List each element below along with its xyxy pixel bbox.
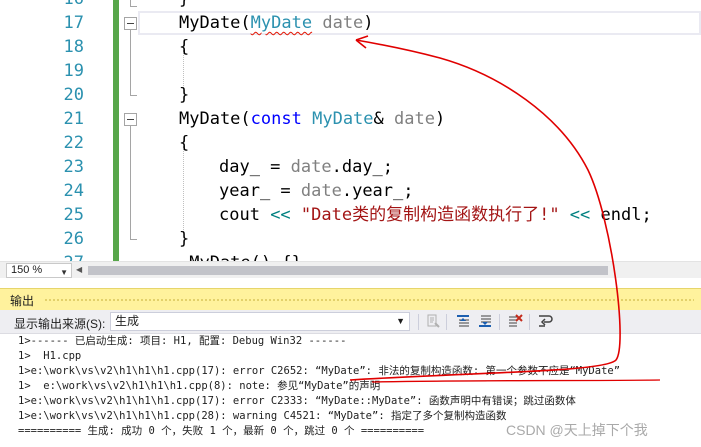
outline-guide — [130, 126, 131, 239]
toolbar-separator — [529, 314, 530, 330]
code-line: } — [179, 0, 189, 11]
output-line: 1>------ 已启动生成: 项目: H1, 配置: Debug Win32 … — [18, 335, 347, 347]
code-line: day_ = date.day_; — [219, 155, 393, 179]
collapse-toggle[interactable] — [124, 113, 137, 126]
output-line: 1> e:\work\vs\v2\h1\h1\h1.cpp(8): note: … — [18, 380, 381, 392]
string-literal: "Date类的复制构造函数执行了!" — [290, 205, 570, 225]
line-number: 19 — [63, 61, 84, 81]
function-name: MyDate — [179, 13, 241, 33]
function-name: MyDate — [179, 109, 241, 129]
line-number-gutter: 16 17 18 19 20 21 22 23 24 25 26 27 — [0, 0, 92, 261]
code-text: year_ = — [219, 181, 301, 201]
code-text: cout — [219, 205, 271, 225]
parameter-name: date — [322, 13, 364, 33]
output-panel-header[interactable]: 输出 — [0, 288, 701, 310]
editor-status-strip: 150 % ▼ ◀ — [0, 261, 701, 278]
scroll-left-icon[interactable]: ◀ — [76, 265, 82, 274]
code-line: } — [179, 85, 190, 105]
change-tracking-bar — [113, 0, 119, 261]
line-number: 25 — [63, 205, 84, 225]
parameter-name: date — [300, 181, 342, 201]
outline-guide — [130, 95, 137, 96]
code-line: MyDate(const MyDate& date) — [179, 107, 445, 131]
paren: ) — [434, 109, 446, 129]
panel-drag-grip — [44, 298, 694, 302]
code-line: { — [179, 37, 190, 57]
find-message-icon[interactable] — [424, 313, 442, 331]
code-text: endl; — [590, 205, 652, 225]
line-number: 27 — [28, 251, 84, 261]
show-output-source-label: 显示输出来源(S): — [14, 317, 106, 331]
code-line: ~MyDate() {} — [179, 251, 302, 261]
output-source-select[interactable]: 生成 ▼ — [110, 312, 410, 331]
code-text: .year_; — [341, 181, 414, 201]
code-text: day_ = — [219, 157, 291, 177]
code-editor[interactable]: 16 17 18 19 20 21 22 23 24 25 26 27 } My… — [0, 0, 701, 261]
output-line-summary: ========== 生成: 成功 0 个，失败 1 个，最新 0 个，跳过 0… — [18, 425, 425, 437]
chevron-down-icon: ▼ — [60, 268, 68, 277]
keyword: const — [250, 109, 302, 129]
chevron-down-icon: ▼ — [396, 316, 405, 326]
toolbar-separator — [446, 314, 447, 330]
indent-guide — [183, 146, 184, 232]
line-number: 23 — [63, 157, 84, 177]
outline-guide — [130, 6, 137, 7]
toolbar-separator — [499, 314, 500, 330]
line-number: 18 — [63, 37, 84, 57]
outline-guide — [130, 239, 137, 240]
output-line-warning: 1>e:\work\vs\v2\h1\h1\h1.cpp(28): warnin… — [18, 410, 507, 422]
code-line: cout << "Date类的复制构造函数执行了!" << endl; — [219, 203, 652, 227]
scroll-to-end-icon[interactable] — [476, 313, 494, 331]
line-number: 20 — [63, 85, 84, 105]
toggle-word-wrap-icon[interactable] — [536, 313, 554, 331]
output-line-error: 1>e:\work\vs\v2\h1\h1\h1.cpp(17): error … — [18, 365, 621, 377]
clear-all-icon[interactable] — [506, 313, 524, 331]
type-name-error: MyDate — [250, 13, 313, 33]
reference-operator: & — [373, 109, 395, 129]
type-name: MyDate — [312, 109, 374, 129]
output-toolbar: 显示输出来源(S): 生成 ▼ — [0, 310, 701, 334]
line-number: 21 — [63, 109, 84, 129]
collapse-toggle[interactable] — [124, 17, 137, 30]
code-line: } — [179, 229, 190, 249]
output-line-error: 1>e:\work\vs\v2\h1\h1\h1.cpp(17): error … — [18, 395, 576, 407]
output-panel-title: 输出 — [10, 294, 35, 308]
parameter-name: date — [290, 157, 332, 177]
line-number: 24 — [63, 181, 84, 201]
paren: ( — [240, 13, 251, 33]
code-line: { — [179, 133, 190, 153]
parameter-name: date — [394, 109, 435, 129]
toolbar-separator — [418, 314, 419, 330]
stream-operator: << — [569, 205, 591, 225]
code-text: .day_; — [331, 157, 394, 177]
zoom-level-value: 150 % — [11, 264, 43, 276]
output-source-value: 生成 — [115, 314, 140, 328]
outline-guide — [130, 30, 131, 95]
paren: ( — [240, 109, 251, 129]
scroll-to-start-icon[interactable] — [454, 313, 472, 331]
line-number: 26 — [63, 229, 84, 249]
csdn-watermark: CSDN @天上掉下个我 — [506, 422, 648, 438]
line-number: 16 — [28, 0, 84, 11]
line-number: 22 — [63, 133, 84, 153]
stream-operator: << — [270, 205, 291, 225]
line-number: 17 — [63, 13, 84, 33]
horizontal-scrollbar-thumb[interactable] — [88, 266, 608, 275]
code-line: year_ = date.year_; — [219, 179, 414, 203]
zoom-level-dropdown[interactable]: 150 % ▼ — [6, 263, 72, 278]
code-line: MyDate(MyDate date) — [179, 11, 374, 35]
paren: ) — [363, 13, 374, 33]
output-line: 1> H1.cpp — [18, 350, 82, 362]
